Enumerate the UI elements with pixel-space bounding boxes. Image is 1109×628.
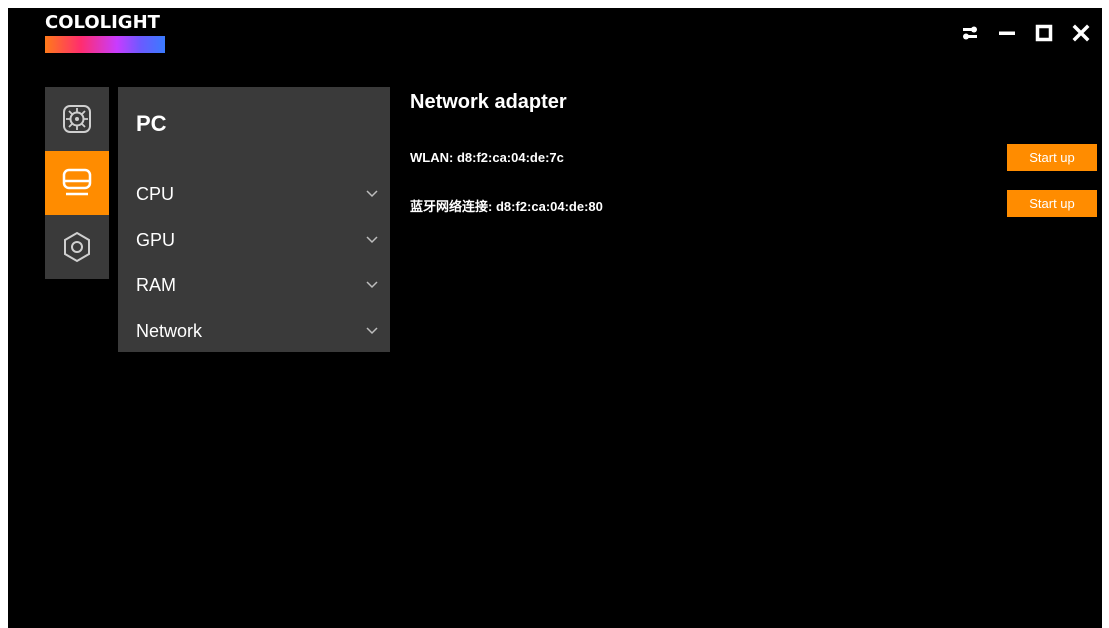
settings-hexagon-icon: [64, 231, 90, 263]
menu-title: PC: [136, 111, 167, 136]
menu-item-cpu[interactable]: CPU: [118, 174, 390, 214]
adapter-name: WLAN:: [410, 150, 454, 165]
chevron-down-icon: [366, 325, 378, 337]
window-controls: [959, 22, 1092, 44]
adapter-name: 蓝牙网络连接:: [410, 199, 493, 214]
menu-item-network[interactable]: Network: [118, 311, 390, 351]
light-panel-icon: [63, 105, 91, 133]
rail-item-settings[interactable]: [45, 215, 109, 279]
adapter-row-bluetooth: 蓝牙网络连接: d8:f2:ca:04:de:80: [410, 196, 603, 215]
close-icon[interactable]: [1070, 22, 1092, 44]
cololight-logo: COLOLIGHT: [45, 13, 165, 53]
nav-rail: [45, 87, 109, 279]
minimize-icon[interactable]: [996, 22, 1018, 44]
logo-gradient-bar: [45, 36, 165, 53]
monitor-icon: [62, 168, 92, 196]
menu-item-label: CPU: [136, 183, 175, 204]
chevron-down-icon: [366, 279, 378, 291]
chevron-down-icon: [366, 188, 378, 200]
pc-menu-panel: PC CPU GPU RAM Network: [118, 87, 390, 352]
logo-text: COLOLIGHT: [45, 12, 160, 33]
content-title: Network adapter: [410, 91, 567, 113]
swap-arrows-icon[interactable]: [959, 22, 981, 44]
adapter-row-wlan: WLAN: d8:f2:ca:04:de:7c: [410, 150, 564, 165]
menu-item-gpu[interactable]: GPU: [118, 220, 390, 260]
maximize-icon[interactable]: [1033, 22, 1055, 44]
menu-item-ram[interactable]: RAM: [118, 265, 390, 305]
rail-item-pc[interactable]: [45, 151, 109, 215]
menu-item-label: Network: [136, 320, 203, 341]
chevron-down-icon: [366, 234, 378, 246]
menu-item-label: GPU: [136, 229, 176, 250]
menu-item-label: RAM: [136, 274, 176, 295]
start-up-button-wlan[interactable]: Start up: [1007, 144, 1097, 171]
start-up-button-bluetooth[interactable]: Start up: [1007, 190, 1097, 217]
rail-item-lights[interactable]: [45, 87, 109, 151]
adapter-mac: d8:f2:ca:04:de:80: [495, 199, 603, 214]
adapter-mac: d8:f2:ca:04:de:7c: [456, 150, 564, 165]
app-window: COLOLIGHT PC CPU GPU RAM Network Network…: [8, 8, 1102, 628]
